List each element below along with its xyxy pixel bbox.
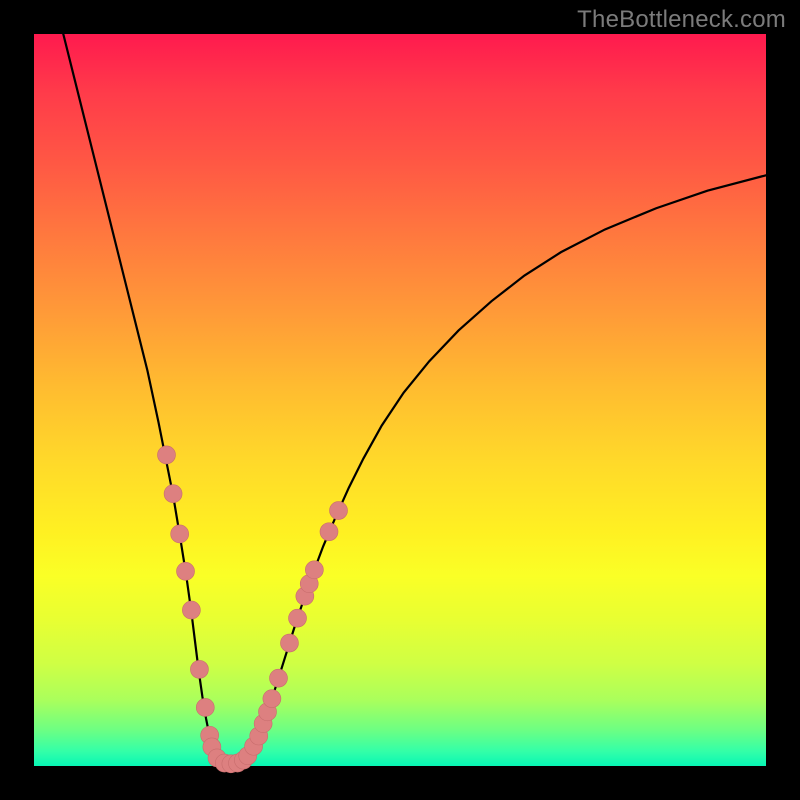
data-marker: [280, 634, 298, 652]
data-marker: [171, 525, 189, 543]
watermark-text: TheBottleneck.com: [577, 6, 786, 34]
data-marker: [177, 562, 195, 580]
data-marker: [190, 660, 208, 678]
data-marker: [305, 561, 323, 579]
data-marker: [263, 690, 281, 708]
data-marker: [182, 601, 200, 619]
data-marker: [164, 485, 182, 503]
data-marker: [289, 609, 307, 627]
data-marker: [196, 698, 214, 716]
marker-group: [157, 446, 347, 773]
data-marker: [269, 669, 287, 687]
curve-layer: [34, 34, 766, 766]
data-marker: [320, 523, 338, 541]
data-marker: [330, 502, 348, 520]
data-marker: [157, 446, 175, 464]
bottleneck-curve: [63, 34, 766, 764]
chart-frame: TheBottleneck.com: [0, 0, 800, 800]
plot-area: [34, 34, 766, 766]
